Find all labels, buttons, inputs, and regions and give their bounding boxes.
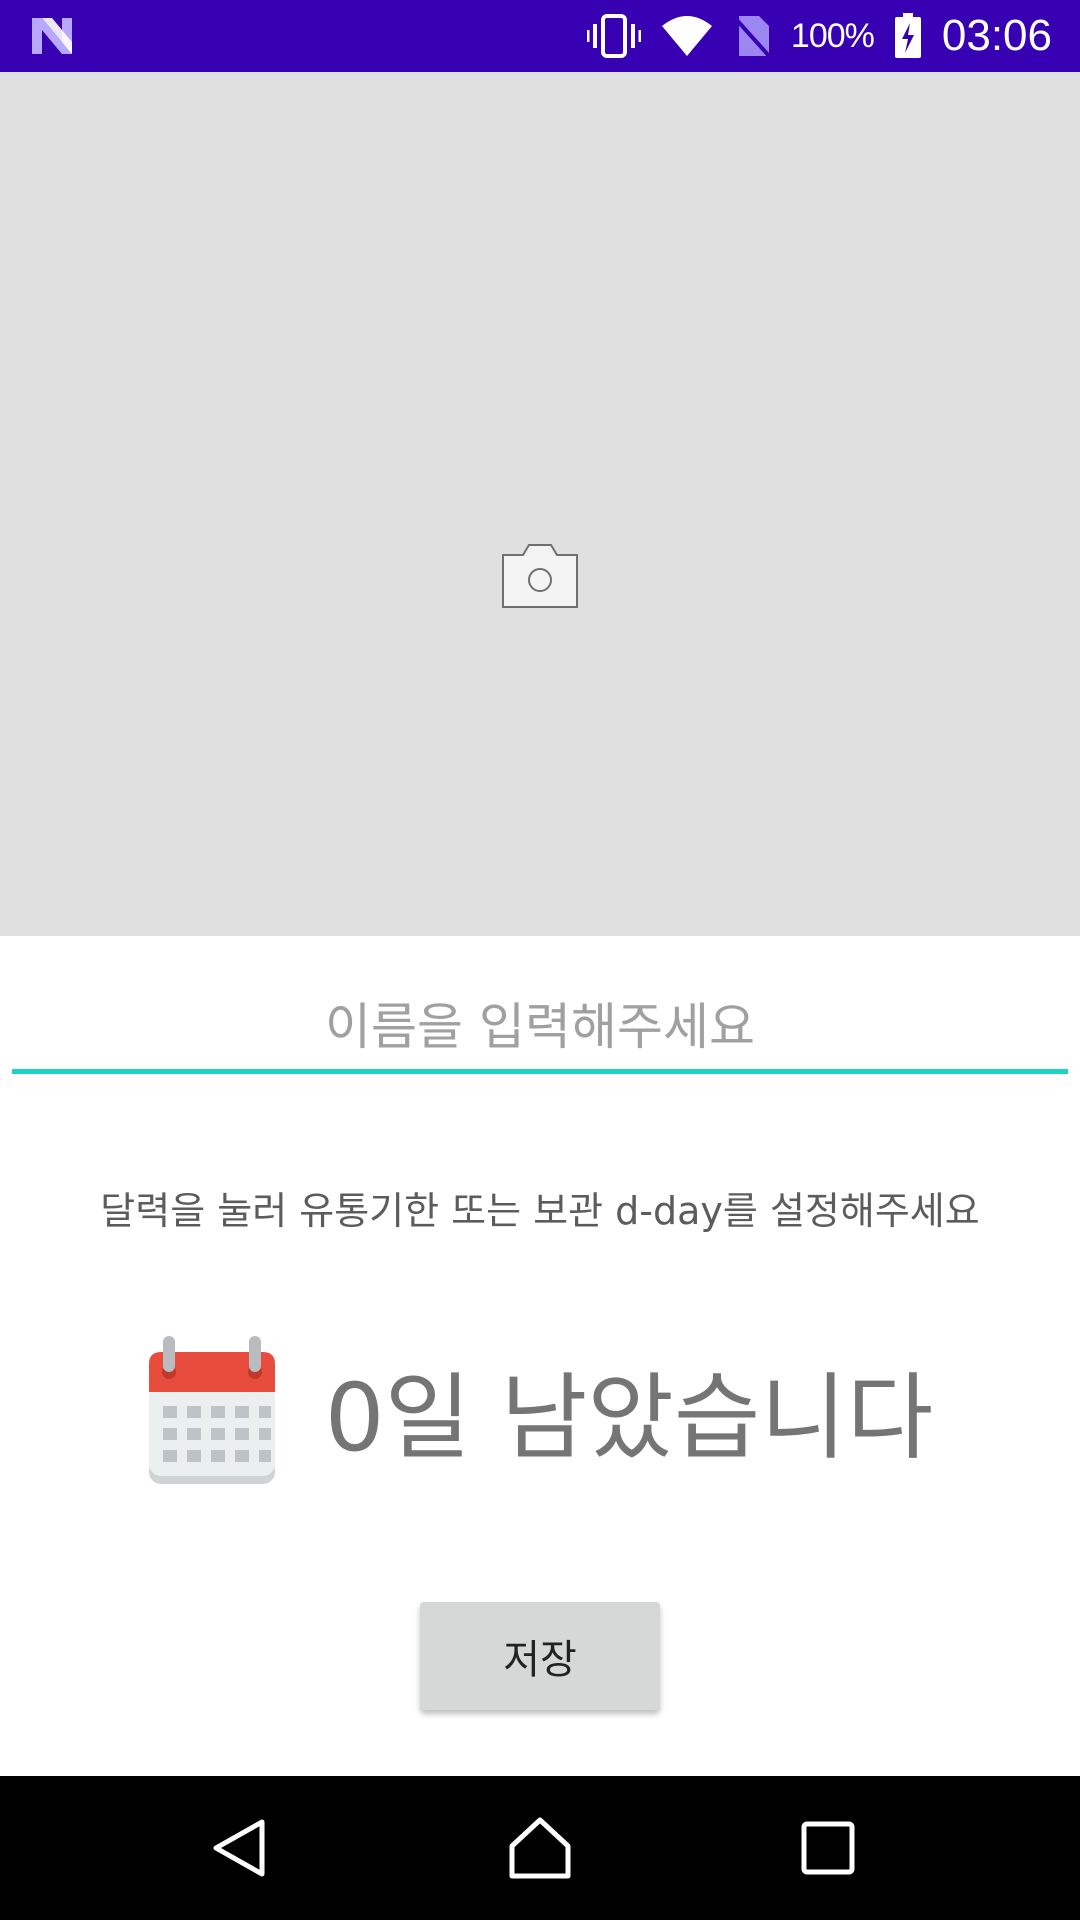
dday-row: 0일 남았습니다 — [0, 1330, 1080, 1490]
no-sim-icon — [733, 16, 771, 58]
battery-level: 100% — [790, 16, 875, 55]
status-bar: 100% 03:06 — [0, 0, 1080, 72]
dday-guide-text: 달력을 눌러 유통기한 또는 보관 d-day를 설정해주세요 — [100, 1189, 980, 1233]
clock: 03:06 — [941, 11, 1052, 60]
calendar-icon[interactable] — [147, 1334, 277, 1486]
status-icons: 100% 03:06 — [586, 0, 1052, 72]
screen: 100% 03:06 달력을 눌러 유통기한 또는 보관 d-day를 설정해주… — [0, 0, 1080, 1920]
recents-icon[interactable] — [796, 1816, 860, 1880]
wifi-icon — [661, 16, 712, 56]
n-logo-icon — [32, 18, 72, 54]
navigation-bar — [0, 1776, 1080, 1920]
save-button[interactable]: 저장 — [420, 1602, 660, 1710]
home-icon[interactable] — [508, 1816, 572, 1880]
name-input[interactable] — [12, 984, 1068, 1074]
camera-icon — [502, 544, 578, 608]
vibrate-icon — [586, 14, 641, 58]
dday-remaining-text: 0일 남았습니다 — [324, 1364, 934, 1473]
photo-picker[interactable] — [0, 72, 1080, 936]
back-icon[interactable] — [208, 1816, 272, 1880]
battery-charging-icon — [894, 13, 921, 58]
